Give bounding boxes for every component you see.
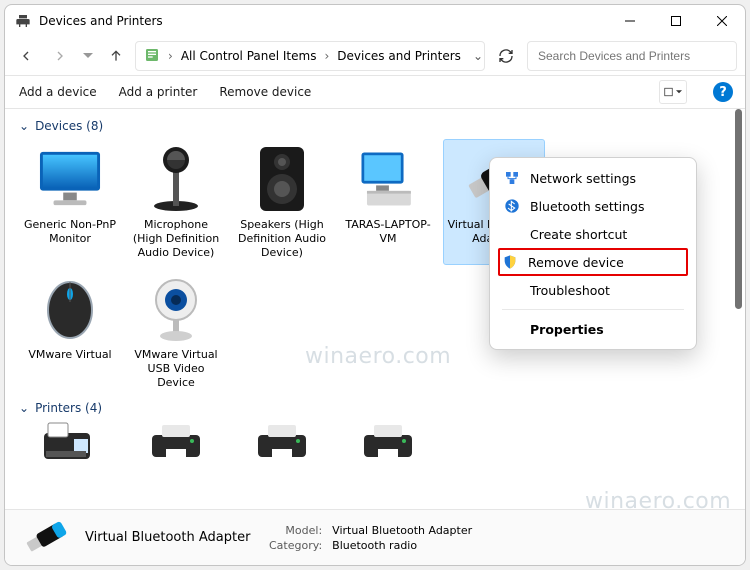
details-field-value: Bluetooth radio xyxy=(332,539,472,552)
menu-item-bluetooth-settings[interactable]: Bluetooth settings xyxy=(490,192,696,220)
list-item[interactable] xyxy=(125,421,227,459)
up-button[interactable] xyxy=(101,41,131,71)
menu-item-properties[interactable]: Properties xyxy=(490,315,696,343)
maximize-button[interactable] xyxy=(653,5,699,37)
add-device-button[interactable]: Add a device xyxy=(17,81,99,103)
menu-item-label: Network settings xyxy=(530,171,636,186)
printers-grid xyxy=(19,421,729,459)
recent-locations-button[interactable] xyxy=(79,41,97,71)
command-bar: Add a device Add a printer Remove device… xyxy=(5,75,745,109)
menu-item-remove-device[interactable]: Remove device xyxy=(498,248,688,276)
remove-device-button[interactable]: Remove device xyxy=(217,81,313,103)
menu-item-network-settings[interactable]: Network settings xyxy=(490,164,696,192)
group-title: Printers (4) xyxy=(35,401,102,415)
details-field-label: Category: xyxy=(269,539,322,552)
printer-icon xyxy=(252,421,312,459)
menu-item-label: Troubleshoot xyxy=(530,283,610,298)
navbar: › All Control Panel Items › Devices and … xyxy=(5,37,745,75)
device-item-monitor[interactable]: Generic Non-PnP Monitor xyxy=(19,139,121,265)
list-item[interactable] xyxy=(337,421,439,459)
minimize-button[interactable] xyxy=(607,5,653,37)
titlebar: Devices and Printers xyxy=(5,5,745,37)
list-item[interactable] xyxy=(231,421,333,459)
search-field[interactable] xyxy=(527,41,737,71)
chevron-down-icon[interactable]: ⌄ xyxy=(467,49,485,63)
speaker-icon xyxy=(247,144,317,214)
menu-separator xyxy=(502,309,684,310)
group-header-devices[interactable]: ⌄ Devices (8) xyxy=(19,119,729,133)
printer-icon xyxy=(146,421,206,459)
menu-item-troubleshoot[interactable]: Troubleshoot xyxy=(490,276,696,304)
blank-icon xyxy=(504,321,520,337)
context-menu: Network settings Bluetooth settings Create… xyxy=(489,157,697,350)
content-area: ⌄ Devices (8) Generic Non-PnP Monitor Mic… xyxy=(5,109,745,509)
mouse-icon xyxy=(35,274,105,344)
printer-icon xyxy=(15,13,31,29)
back-button[interactable] xyxy=(11,41,41,71)
breadcrumb-item[interactable]: All Control Panel Items xyxy=(177,46,321,66)
device-item-speakers[interactable]: Speakers (High Definition Audio Device) xyxy=(231,139,333,265)
add-printer-button[interactable]: Add a printer xyxy=(117,81,200,103)
device-label: Microphone (High Definition Audio Device… xyxy=(128,218,224,259)
bluetooth-icon xyxy=(504,198,520,214)
device-item-mic[interactable]: Microphone (High Definition Audio Device… xyxy=(125,139,227,265)
device-label: TARAS-LAPTOP-VM xyxy=(340,218,436,246)
chevron-down-icon: ⌄ xyxy=(19,401,29,415)
blank-icon xyxy=(504,282,520,298)
fax-icon xyxy=(40,421,100,459)
scrollbar-thumb[interactable] xyxy=(735,109,742,309)
shield-icon xyxy=(502,254,518,270)
webcam-icon xyxy=(141,274,211,344)
control-panel-icon xyxy=(144,47,160,65)
group-header-printers[interactable]: ⌄ Printers (4) xyxy=(19,401,729,415)
details-fields: Model: Virtual Bluetooth Adapter Categor… xyxy=(269,524,472,552)
device-label: VMware Virtual xyxy=(28,348,111,362)
menu-item-label: Create shortcut xyxy=(530,227,627,242)
device-item-webcam[interactable]: VMware Virtual USB Video Device xyxy=(125,269,227,395)
group-title: Devices (8) xyxy=(35,119,103,133)
menu-item-label: Bluetooth settings xyxy=(530,199,645,214)
vertical-scrollbar[interactable] xyxy=(731,109,745,509)
bluetooth-dongle-icon xyxy=(19,516,71,560)
device-label: Generic Non-PnP Monitor xyxy=(22,218,118,246)
menu-item-create-shortcut[interactable]: Create shortcut xyxy=(490,220,696,248)
network-icon xyxy=(504,170,520,186)
list-item[interactable] xyxy=(19,421,121,459)
printer-icon xyxy=(358,421,418,459)
breadcrumb[interactable]: › All Control Panel Items › Devices and … xyxy=(135,41,485,71)
window-title: Devices and Printers xyxy=(39,14,607,28)
chevron-right-icon: › xyxy=(322,49,331,63)
breadcrumb-item[interactable]: Devices and Printers xyxy=(333,46,465,66)
monitor-icon xyxy=(35,144,105,214)
view-options-button[interactable] xyxy=(659,80,687,104)
microphone-icon xyxy=(141,144,211,214)
close-button[interactable] xyxy=(699,5,745,37)
device-item-vmmouse[interactable]: VMware Virtual xyxy=(19,269,121,395)
forward-button[interactable] xyxy=(45,41,75,71)
details-title: Virtual Bluetooth Adapter xyxy=(85,530,255,545)
menu-item-label: Remove device xyxy=(528,255,624,270)
search-input[interactable] xyxy=(536,48,728,64)
details-pane: Virtual Bluetooth Adapter Model: Virtual… xyxy=(5,509,745,565)
menu-item-label: Properties xyxy=(530,322,604,337)
pc-icon xyxy=(353,144,423,214)
device-label: VMware Virtual USB Video Device xyxy=(128,348,224,389)
window: Devices and Printers › All Control Panel… xyxy=(4,4,746,566)
chevron-down-icon: ⌄ xyxy=(19,119,29,133)
details-field-value: Virtual Bluetooth Adapter xyxy=(332,524,472,537)
help-button[interactable]: ? xyxy=(713,82,733,102)
refresh-button[interactable] xyxy=(489,41,523,71)
details-field-label: Model: xyxy=(269,524,322,537)
device-item-pc[interactable]: TARAS-LAPTOP-VM xyxy=(337,139,439,265)
device-label: Speakers (High Definition Audio Device) xyxy=(234,218,330,259)
blank-icon xyxy=(504,226,520,242)
chevron-right-icon: › xyxy=(166,49,175,63)
